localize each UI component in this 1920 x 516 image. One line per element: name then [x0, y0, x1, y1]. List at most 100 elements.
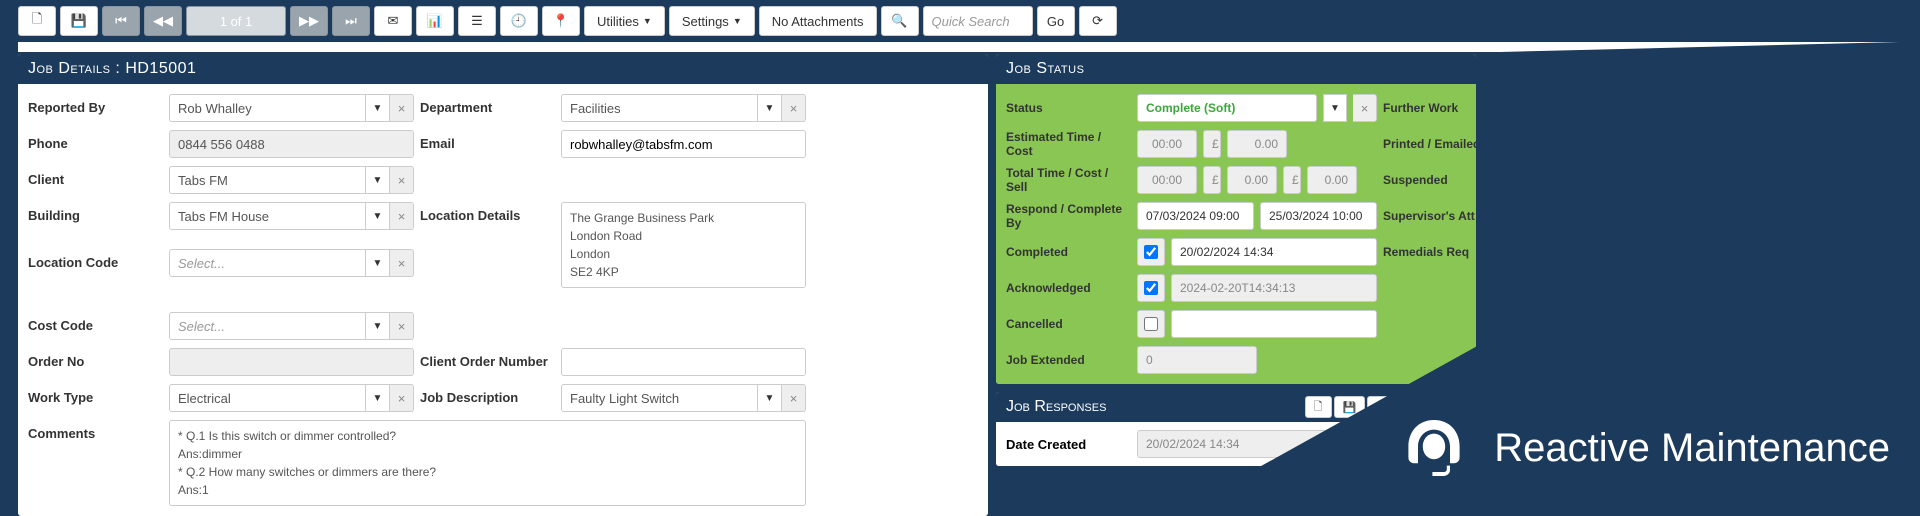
cancelled-date-field[interactable]	[1171, 310, 1377, 338]
cost-code-label: Cost Code	[28, 312, 163, 333]
clear-icon[interactable]: ×	[390, 249, 414, 277]
clear-icon[interactable]: ×	[390, 202, 414, 230]
search-button[interactable]: 🔍	[881, 6, 919, 36]
client-order-field[interactable]	[561, 348, 806, 376]
attachments-button[interactable]: No Attachments	[759, 6, 877, 36]
total-label: Total Time / Cost / Sell	[1006, 166, 1131, 194]
history-button[interactable]: 🕘	[500, 6, 538, 36]
new-button[interactable]: 🗋	[18, 6, 56, 36]
nav-next-button[interactable]: ▶▶	[290, 6, 328, 36]
save-button[interactable]: 💾	[60, 6, 98, 36]
department-label: Department	[420, 94, 555, 115]
job-status-header: Job Status	[996, 54, 1476, 84]
respond-label: Respond / Complete By	[1006, 202, 1131, 230]
settings-dropdown[interactable]: Settings ▼	[669, 6, 755, 36]
cancelled-checkbox[interactable]	[1137, 310, 1165, 338]
location-code-select[interactable]: Select...	[169, 249, 366, 277]
chevron-down-icon[interactable]: ▼	[366, 94, 390, 122]
total-sell-field: 0.00	[1307, 166, 1357, 194]
headset-icon	[1394, 408, 1474, 488]
job-description-label: Job Description	[420, 384, 555, 405]
comments-field[interactable]: * Q.1 Is this switch or dimmer controlle…	[169, 420, 806, 506]
acknowledged-checkbox[interactable]	[1137, 274, 1165, 302]
cost-code-select[interactable]: Select...	[169, 312, 366, 340]
further-work-label: Further Work	[1383, 101, 1476, 115]
location-details-label: Location Details	[420, 202, 555, 223]
clear-icon[interactable]: ×	[390, 384, 414, 412]
chart-button[interactable]: 📊	[416, 6, 454, 36]
printed-label: Printed / Emailed	[1383, 137, 1476, 151]
job-details-header: Job Details : HD15001	[18, 54, 988, 84]
acknowledged-label: Acknowledged	[1006, 281, 1131, 295]
resp-save-button[interactable]: 💾	[1334, 396, 1366, 418]
client-select[interactable]: Tabs FM	[169, 166, 366, 194]
page-indicator: 1 of 1	[186, 6, 286, 36]
completed-checkbox[interactable]	[1137, 238, 1165, 266]
date-created-field: 20/02/2024 14:34	[1137, 430, 1337, 458]
reported-by-select[interactable]: Rob Whalley	[169, 94, 366, 122]
est-cost-field: 0.00	[1227, 130, 1287, 158]
reported-by-label: Reported By	[28, 94, 163, 115]
chevron-down-icon[interactable]: ▼	[366, 384, 390, 412]
clear-icon[interactable]: ×	[390, 166, 414, 194]
location-code-label: Location Code	[28, 249, 163, 270]
work-type-select[interactable]: Electrical	[169, 384, 366, 412]
acknowledged-date-field: 2024-02-20T14:34:13	[1171, 274, 1377, 302]
utilities-dropdown[interactable]: Utilities ▼	[584, 6, 665, 36]
chevron-down-icon[interactable]: ▼	[366, 202, 390, 230]
currency-label: £	[1203, 166, 1221, 194]
cancelled-label: Cancelled	[1006, 317, 1131, 331]
job-extended-label: Job Extended	[1006, 353, 1131, 367]
clear-icon[interactable]: ×	[782, 384, 806, 412]
refresh-button[interactable]: ⟳	[1079, 6, 1117, 36]
list-button[interactable]: ☰	[458, 6, 496, 36]
order-no-field	[169, 348, 414, 376]
building-select[interactable]: Tabs FM House	[169, 202, 366, 230]
nav-first-button[interactable]: ⏮	[102, 6, 140, 36]
job-responses-header: Job Responses	[1006, 398, 1106, 416]
supervisor-label: Supervisor's Att	[1383, 209, 1476, 223]
building-label: Building	[28, 202, 163, 223]
comments-label: Comments	[28, 420, 163, 441]
completed-date-field[interactable]: 20/02/2024 14:34	[1171, 238, 1377, 266]
clear-icon[interactable]: ×	[390, 94, 414, 122]
phone-field: 0844 556 0488	[169, 130, 414, 158]
chevron-down-icon: ▼	[643, 16, 652, 26]
job-description-select[interactable]: Faulty Light Switch	[561, 384, 758, 412]
clear-icon[interactable]: ×	[390, 312, 414, 340]
chevron-down-icon[interactable]: ▼	[1323, 94, 1347, 122]
status-select[interactable]: Complete (Soft)	[1137, 94, 1317, 122]
map-button[interactable]: 📍	[542, 6, 580, 36]
go-button[interactable]: Go	[1037, 6, 1075, 36]
brand-area: Reactive Maintenance	[1394, 408, 1890, 488]
email-label: Email	[420, 130, 555, 151]
chevron-down-icon[interactable]: ▼	[366, 166, 390, 194]
chevron-down-icon: ▼	[733, 16, 742, 26]
work-type-label: Work Type	[28, 384, 163, 405]
order-no-label: Order No	[28, 348, 163, 369]
estimated-label: Estimated Time / Cost	[1006, 130, 1131, 158]
email-button[interactable]: ✉	[374, 6, 412, 36]
phone-label: Phone	[28, 130, 163, 151]
department-select[interactable]: Facilities	[561, 94, 758, 122]
chevron-down-icon[interactable]: ▼	[758, 384, 782, 412]
job-extended-field: 0	[1137, 346, 1257, 374]
resp-new-button[interactable]: 🗋	[1305, 396, 1332, 418]
clear-icon[interactable]: ×	[782, 94, 806, 122]
status-label: Status	[1006, 101, 1131, 115]
location-details-field: The Grange Business Park London Road Lon…	[561, 202, 806, 288]
total-cost-field: 0.00	[1227, 166, 1277, 194]
completed-label: Completed	[1006, 245, 1131, 259]
nav-prev-button[interactable]: ◀◀	[144, 6, 182, 36]
respond-by-field[interactable]: 07/03/2024 09:00	[1137, 202, 1254, 230]
clear-icon[interactable]: ×	[1353, 94, 1377, 122]
nav-last-button[interactable]: ⏭	[332, 6, 370, 36]
email-field[interactable]	[561, 130, 806, 158]
chevron-down-icon[interactable]: ▼	[366, 312, 390, 340]
chevron-down-icon[interactable]: ▼	[758, 94, 782, 122]
chevron-down-icon[interactable]: ▼	[366, 249, 390, 277]
client-order-label: Client Order Number	[420, 348, 555, 369]
complete-by-field[interactable]: 25/03/2024 10:00	[1260, 202, 1377, 230]
quick-search-input[interactable]	[923, 6, 1033, 36]
client-label: Client	[28, 166, 163, 187]
